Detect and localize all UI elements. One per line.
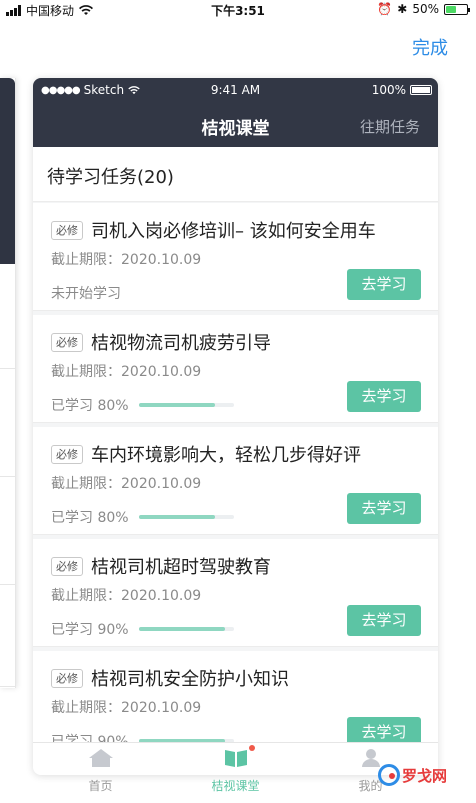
notification-dot — [249, 745, 255, 751]
task-deadline: 截止期限：2020.10.09 — [51, 252, 202, 268]
progress-fill — [139, 515, 215, 519]
watermark-text: 罗戈网 — [402, 766, 448, 785]
tab-home-label[interactable]: 首页 — [33, 777, 168, 794]
book-icon — [225, 750, 247, 767]
task-title: 桔视司机安全防护小知识 — [91, 669, 289, 690]
done-button[interactable]: 完成 — [412, 34, 448, 60]
task-status: 已学习 80% — [51, 510, 129, 526]
divider — [0, 686, 16, 687]
battery-percent: 50% — [412, 2, 439, 16]
task-card[interactable]: 必修 车内环境影响大，轻松几步得好评截止期限：2020.10.09 已学习 80% 去… — [33, 427, 438, 535]
divider — [0, 476, 16, 477]
required-badge: 必修 — [51, 221, 83, 240]
task-title: 车内环境影响大，轻松几步得好评 — [91, 445, 361, 466]
task-title: 桔视司机超时驾驶教育 — [91, 557, 271, 578]
status-right: ⏰ ✱ 50% — [377, 2, 470, 16]
task-card[interactable]: 必修 司机入岗必修培训– 该如何安全用车截止期限：2020.10.09 未开始学习 去… — [33, 203, 438, 311]
required-badge: 必修 — [51, 557, 83, 576]
adjacent-page-preview[interactable] — [0, 78, 16, 688]
tab-course[interactable] — [168, 743, 303, 775]
task-card[interactable]: 必修 桔视物流司机疲劳引导截止期限：2020.10.09 已学习 80% 去学习 — [33, 315, 438, 423]
status-bar: 中国移动 下午3:51 ⏰ ✱ 50% — [0, 0, 476, 20]
required-badge: 必修 — [51, 445, 83, 464]
phone-status-bar: ●●●●● Sketch 9:41 AM 100% — [33, 83, 438, 99]
task-title: 司机入岗必修培训– 该如何安全用车 — [91, 221, 376, 242]
go-study-button[interactable]: 去学习 — [347, 493, 421, 524]
history-tasks-link[interactable]: 往期任务 — [360, 116, 420, 137]
adjacent-page-header — [0, 78, 15, 264]
divider — [0, 368, 16, 369]
go-study-button[interactable]: 去学习 — [347, 269, 421, 300]
progress-bar — [139, 403, 234, 407]
battery-icon — [444, 3, 470, 15]
progress-bar — [139, 515, 234, 519]
battery-icon — [410, 85, 432, 95]
task-card[interactable]: 必修 桔视司机超时驾驶教育截止期限：2020.10.09 已学习 90% 去学习 — [33, 539, 438, 647]
watermark-logo: 罗戈网 — [378, 758, 468, 792]
progress-fill — [139, 403, 215, 407]
task-title: 桔视物流司机疲劳引导 — [91, 333, 271, 354]
task-deadline: 截止期限：2020.10.09 — [51, 700, 202, 716]
go-study-button[interactable]: 去学习 — [347, 381, 421, 412]
tab-course-label[interactable]: 桔视课堂 — [168, 777, 303, 794]
phone-header: ●●●●● Sketch 9:41 AM 100% 桔视课堂 往期任务 — [33, 78, 438, 147]
required-badge: 必修 — [51, 333, 83, 352]
home-icon — [89, 749, 113, 767]
task-deadline: 截止期限：2020.10.09 — [51, 588, 202, 604]
task-status: 已学习 80% — [51, 398, 129, 414]
progress-fill — [139, 627, 225, 631]
task-status: 未开始学习 — [51, 286, 121, 302]
watermark-icon — [378, 764, 400, 786]
required-badge: 必修 — [51, 669, 83, 688]
divider — [0, 584, 16, 585]
tab-home[interactable] — [33, 743, 168, 775]
task-status: 已学习 90% — [51, 622, 129, 638]
go-study-button[interactable]: 去学习 — [347, 605, 421, 636]
task-deadline: 截止期限：2020.10.09 — [51, 476, 202, 492]
task-deadline: 截止期限：2020.10.09 — [51, 364, 202, 380]
pending-tasks-header: 待学习任务(20) — [33, 147, 438, 202]
alarm-icon: ⏰ — [377, 2, 393, 16]
phone-battery-percent: 100% — [371, 83, 406, 97]
progress-bar — [139, 627, 234, 631]
phone-preview[interactable]: ●●●●● Sketch 9:41 AM 100% 桔视课堂 往期任务 待学习任… — [33, 78, 438, 775]
bluetooth-icon: ✱ — [397, 2, 408, 16]
